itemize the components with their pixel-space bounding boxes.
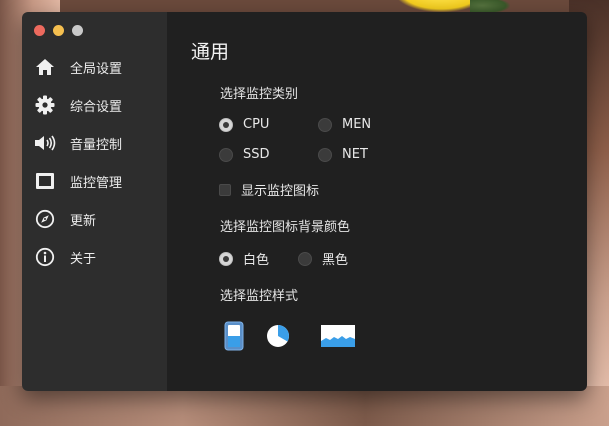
radio-label: SSD bbox=[243, 147, 270, 162]
checkbox-label: 显示监控图标 bbox=[241, 184, 320, 199]
radio-button[interactable] bbox=[318, 147, 332, 162]
sidebar-item-about[interactable]: 关于 bbox=[34, 245, 96, 269]
radio-label: CPU bbox=[243, 117, 270, 132]
sidebar-item-label: 更新 bbox=[70, 213, 97, 229]
radio-button[interactable] bbox=[318, 117, 332, 132]
radio-ssd[interactable]: SSD bbox=[219, 147, 270, 162]
minimize-button[interactable] bbox=[53, 25, 64, 36]
close-button[interactable] bbox=[34, 25, 45, 36]
radio-white[interactable]: 白色 bbox=[219, 249, 269, 268]
radio-button-selected[interactable] bbox=[219, 251, 233, 266]
radio-button[interactable] bbox=[219, 147, 233, 162]
monitor-icon bbox=[34, 170, 56, 192]
sidebar-item-label: 关于 bbox=[70, 251, 97, 267]
gear-icon bbox=[34, 94, 56, 116]
radio-label: 白色 bbox=[243, 253, 270, 268]
zoom-button[interactable] bbox=[72, 25, 83, 36]
home-icon bbox=[34, 56, 56, 78]
sidebar-item-volume-control[interactable]: 音量控制 bbox=[34, 131, 122, 155]
radio-label: 黑色 bbox=[322, 253, 349, 268]
radio-button[interactable] bbox=[298, 251, 312, 266]
monitor-style-label: 选择监控样式 bbox=[220, 289, 299, 304]
speaker-icon bbox=[34, 132, 56, 154]
radio-black[interactable]: 黑色 bbox=[298, 249, 348, 268]
sidebar-item-global-settings[interactable]: 全局设置 bbox=[34, 55, 122, 79]
sidebar-item-label: 音量控制 bbox=[70, 137, 123, 153]
radio-button-selected[interactable] bbox=[219, 117, 233, 132]
info-icon bbox=[34, 246, 56, 268]
window-controls bbox=[34, 25, 83, 36]
sidebar-item-label: 综合设置 bbox=[70, 99, 123, 115]
background-photo-bottom bbox=[0, 386, 609, 426]
sidebar: 全局设置 综合设置 音量控制 监控管理 更新 关于 bbox=[22, 12, 167, 391]
settings-window: 全局设置 综合设置 音量控制 监控管理 更新 关于 通用 选择监控类别 CPU … bbox=[22, 12, 587, 391]
sidebar-item-label: 监控管理 bbox=[70, 175, 123, 191]
radio-label: MEN bbox=[342, 117, 372, 132]
radio-net[interactable]: NET bbox=[318, 147, 368, 162]
wave-style-icon[interactable] bbox=[321, 325, 355, 351]
sidebar-item-general-settings[interactable]: 综合设置 bbox=[34, 93, 122, 117]
sidebar-item-monitor-management[interactable]: 监控管理 bbox=[34, 169, 122, 193]
compass-icon bbox=[34, 208, 56, 230]
page-title: 通用 bbox=[191, 41, 230, 63]
sidebar-item-label: 全局设置 bbox=[70, 61, 123, 77]
sidebar-item-update[interactable]: 更新 bbox=[34, 207, 96, 231]
show-monitor-icon-checkbox[interactable]: 显示监控图标 bbox=[219, 180, 319, 199]
bar-style-icon[interactable] bbox=[224, 321, 244, 355]
radio-label: NET bbox=[342, 147, 368, 162]
radio-men[interactable]: MEN bbox=[318, 117, 371, 132]
radio-cpu[interactable]: CPU bbox=[219, 117, 269, 132]
background-color-label: 选择监控图标背景颜色 bbox=[220, 220, 351, 235]
pie-style-icon[interactable] bbox=[266, 324, 290, 352]
settings-panel: 通用 选择监控类别 CPU MEN SSD NET 显示监控图标 选择监控图标背… bbox=[167, 12, 587, 391]
monitor-type-label: 选择监控类别 bbox=[220, 87, 299, 102]
checkbox[interactable] bbox=[219, 183, 231, 196]
